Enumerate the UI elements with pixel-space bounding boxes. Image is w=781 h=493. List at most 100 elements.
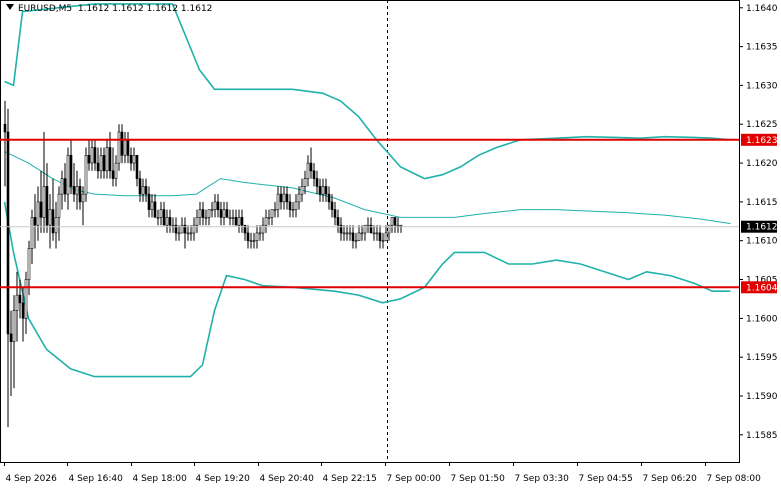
candle-body (186, 232, 190, 235)
candle-body (270, 209, 274, 218)
candle-body (36, 201, 40, 226)
candle-body (378, 232, 382, 241)
candle-body (210, 209, 214, 211)
level-price-tag: 1.1623 (741, 133, 778, 146)
candle-body (156, 217, 160, 219)
candle-body (114, 162, 118, 179)
candle-body (240, 217, 244, 226)
candle-body (138, 178, 142, 195)
y-tick-label: 1.1630 (746, 81, 778, 91)
candle-body (360, 232, 364, 235)
current-price-tag: 1.1612 (741, 220, 778, 233)
candle-body (111, 170, 115, 179)
candle-body (99, 155, 103, 172)
candle-body (84, 155, 88, 195)
y-tick-label: 1.1615 (746, 198, 778, 208)
candle-body (333, 209, 337, 218)
y-tick-label: 1.1590 (746, 392, 778, 402)
candle (84, 147, 88, 202)
candle-body (330, 201, 334, 210)
candle-body (195, 217, 199, 226)
candle-body (276, 193, 280, 210)
candle-body (207, 209, 211, 218)
x-tick-label: 7 Sep 06:20 (643, 474, 698, 484)
candle-body (120, 131, 124, 156)
candle-body (303, 178, 307, 187)
x-tick-label: 4 Sep 16:40 (69, 474, 124, 484)
candle-body (288, 201, 292, 210)
candle-body (93, 147, 97, 164)
candle-body (213, 201, 217, 210)
candle-body (198, 209, 202, 218)
chart-window[interactable]: 1.1640 1.1635 1.1630 1.1625 1.1620 1.1615 1.16… (0, 0, 781, 489)
candle-body (267, 217, 271, 219)
candle-body (225, 209, 229, 218)
candle-body (162, 209, 166, 226)
candle-body (216, 201, 220, 210)
candle-body (285, 193, 289, 203)
price-chart[interactable]: 1.1640 1.1635 1.1630 1.1625 1.1620 1.1615 1.16… (0, 0, 781, 489)
candle-body (75, 186, 79, 195)
candle-body (315, 178, 319, 187)
candle-body (246, 232, 250, 241)
candle-body (237, 217, 241, 226)
candle-body (312, 170, 316, 179)
y-tick-label: 1.1635 (746, 43, 778, 53)
time-axis: 4 Sep 2026 4 Sep 16:40 4 Sep 18:00 4 Sep 19… (4, 462, 761, 484)
candle-body (264, 217, 268, 226)
candle-body (252, 240, 256, 242)
candle-body (255, 232, 259, 241)
candle-body (348, 232, 352, 235)
candle-body (6, 131, 10, 335)
candle-body (321, 186, 325, 195)
candle-body (60, 178, 64, 195)
symbol-label: EURUSD,M5 (18, 4, 73, 14)
candle-body (21, 302, 25, 319)
candle-body (159, 209, 163, 218)
candle-body (231, 217, 235, 219)
candle-body (324, 186, 328, 195)
candle-body (57, 193, 61, 218)
y-tick-label: 1.1610 (746, 237, 778, 247)
symbol-header: EURUSD,M5 1.1612 1.1612 1.1612 1.1612 (6, 4, 212, 14)
candle-body (45, 186, 49, 226)
candle-body (228, 217, 232, 219)
x-tick-label: 7 Sep 01:50 (451, 474, 506, 484)
candle-body (366, 224, 370, 227)
candle-body (291, 209, 295, 211)
candle-body (123, 139, 127, 156)
x-tick-label: 4 Sep 2026 (6, 474, 58, 484)
level-price-tag-label: 1.1604 (746, 283, 778, 293)
candle-body (153, 201, 157, 218)
candle-body (63, 178, 67, 195)
candle-body (222, 209, 226, 218)
candle-body (78, 186, 82, 203)
candle-body (81, 193, 85, 203)
candle-body (96, 162, 100, 172)
candle-body (165, 217, 169, 226)
candle-body (18, 294, 22, 304)
candle-body (189, 232, 193, 235)
candle-body (282, 193, 286, 203)
x-tick-label: 7 Sep 00:00 (387, 474, 442, 484)
candle-body (105, 147, 109, 172)
candle-body (234, 217, 238, 226)
candle-body (141, 186, 145, 195)
candle-body (258, 232, 262, 235)
candle-body (177, 232, 181, 235)
candle-body (297, 193, 301, 203)
ohlc-values: 1.1612 1.1612 1.1612 1.1612 (77, 4, 213, 14)
candle-body (219, 209, 223, 218)
candle-body (372, 232, 376, 235)
candle-body (390, 217, 394, 226)
candle-body (135, 155, 139, 179)
candle-body (129, 155, 133, 164)
candle-body (102, 155, 106, 172)
x-tick-label: 4 Sep 18:00 (133, 474, 188, 484)
candle-body (306, 162, 310, 179)
candle-body (357, 232, 361, 241)
collapse-triangle-icon[interactable] (6, 4, 14, 10)
candle-body (51, 209, 55, 234)
candle-body (168, 217, 172, 226)
candle-body (384, 232, 388, 241)
